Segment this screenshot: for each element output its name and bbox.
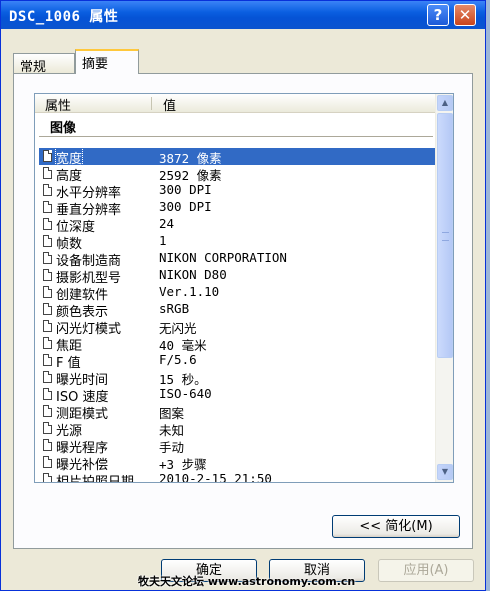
list-item[interactable]: 光源 未知 <box>39 420 439 439</box>
property-icon <box>43 286 52 298</box>
vertical-scrollbar[interactable]: ▲ ▼ <box>435 94 453 482</box>
property-icon <box>43 337 52 349</box>
property-icon <box>43 354 52 366</box>
close-button[interactable]: ✕ <box>454 4 476 26</box>
property-icon <box>43 473 52 482</box>
property-icon <box>43 303 52 315</box>
simplify-button[interactable]: << 简化(M) <box>332 515 460 538</box>
list-item[interactable]: 颜色表示 sRGB <box>39 301 439 320</box>
help-button[interactable]: ? <box>427 4 449 26</box>
list-item[interactable]: ISO 速度 ISO-640 <box>39 386 439 405</box>
property-value: NIKON D80 <box>159 267 227 282</box>
apply-button[interactable]: 应用(A) <box>378 559 474 582</box>
scroll-up-button[interactable]: ▲ <box>437 95 453 111</box>
tab-general[interactable]: 常规 <box>13 53 75 75</box>
property-icon <box>43 201 52 213</box>
watermark: 牧夫天文论坛 www.astronomy.com.cn <box>138 575 356 588</box>
property-list[interactable]: 属性 值 图像 宽度 3872 像素 高度 2592 像素 水平分辨率 300 DPI 垂直… <box>34 93 454 483</box>
list-item[interactable]: 位深度 24 <box>39 216 439 235</box>
list-item[interactable]: 曝光时间 15 秒。 <box>39 369 439 388</box>
header-property[interactable]: 属性 <box>45 95 71 114</box>
property-name: 相片拍照日期 <box>56 475 135 483</box>
property-icon <box>43 184 52 196</box>
properties-dialog: DSC_1006 属性 ? ✕ 常规 摘要 属性 值 图像 宽度 3872 像素高… <box>0 0 486 591</box>
property-icon <box>43 235 52 247</box>
header-value[interactable]: 值 <box>163 95 176 114</box>
list-item[interactable]: 水平分辨率 300 DPI <box>39 182 439 201</box>
list-header: 属性 值 <box>35 94 435 114</box>
window-title: DSC_1006 属性 <box>9 9 119 25</box>
property-icon <box>43 439 52 451</box>
list-item[interactable]: 垂直分辨率 300 DPI <box>39 199 439 218</box>
property-value: F/5.6 <box>159 352 197 367</box>
list-item[interactable]: 曝光程序 手动 <box>39 437 439 456</box>
list-item[interactable]: 宽度 3872 像素 <box>39 147 439 168</box>
desktop-edge <box>486 0 490 591</box>
list-item[interactable]: 帧数 1 <box>39 233 439 252</box>
title-bar[interactable]: DSC_1006 属性 ? ✕ <box>1 1 485 29</box>
property-icon <box>43 388 52 400</box>
group-label-image: 图像 <box>50 121 77 136</box>
property-icon <box>43 252 52 264</box>
property-value: ISO-640 <box>159 386 212 401</box>
list-item[interactable]: 摄影机型号 NIKON D80 <box>39 267 439 286</box>
property-value: 300 DPI <box>159 182 212 197</box>
property-icon <box>43 150 52 162</box>
list-item[interactable]: F 值 F/5.6 <box>39 352 439 371</box>
property-icon <box>43 422 52 434</box>
list-item[interactable]: 高度 2592 像素 <box>39 165 439 184</box>
property-value: 24 <box>159 216 175 231</box>
property-value: sRGB <box>159 301 190 316</box>
property-icon <box>43 218 52 230</box>
property-value: Ver.1.10 <box>159 284 220 299</box>
property-value: 1 <box>159 233 167 248</box>
tab-summary[interactable]: 摘要 <box>75 49 139 74</box>
property-icon <box>43 167 52 179</box>
list-item[interactable]: 测距模式 图案 <box>39 403 439 422</box>
scroll-grip <box>442 232 449 241</box>
header-divider[interactable] <box>151 97 152 110</box>
scroll-thumb[interactable] <box>437 113 453 358</box>
property-value: 2010-2-15 21:50 <box>159 471 272 483</box>
list-item[interactable]: 焦距 40 毫米 <box>39 335 439 354</box>
property-value: NIKON CORPORATION <box>159 250 287 265</box>
property-icon <box>43 405 52 417</box>
list-item[interactable]: 相片拍照日期 2010-2-15 21:50 <box>39 471 439 483</box>
group-divider <box>39 136 433 137</box>
scroll-down-button[interactable]: ▼ <box>437 464 453 480</box>
list-item[interactable]: 闪光灯模式 无闪光 <box>39 318 439 337</box>
property-icon <box>43 269 52 281</box>
list-item[interactable]: 创建软件 Ver.1.10 <box>39 284 439 303</box>
property-icon <box>43 456 52 468</box>
list-item[interactable]: 曝光补偿 +3 步骤 <box>39 454 439 473</box>
property-icon <box>43 371 52 383</box>
property-value: 300 DPI <box>159 199 212 214</box>
list-item[interactable]: 设备制造商 NIKON CORPORATION <box>39 250 439 269</box>
property-icon <box>43 320 52 332</box>
tab-panel-summary: 属性 值 图像 宽度 3872 像素 高度 2592 像素 水平分辨率 300 DPI 垂直… <box>13 73 473 549</box>
